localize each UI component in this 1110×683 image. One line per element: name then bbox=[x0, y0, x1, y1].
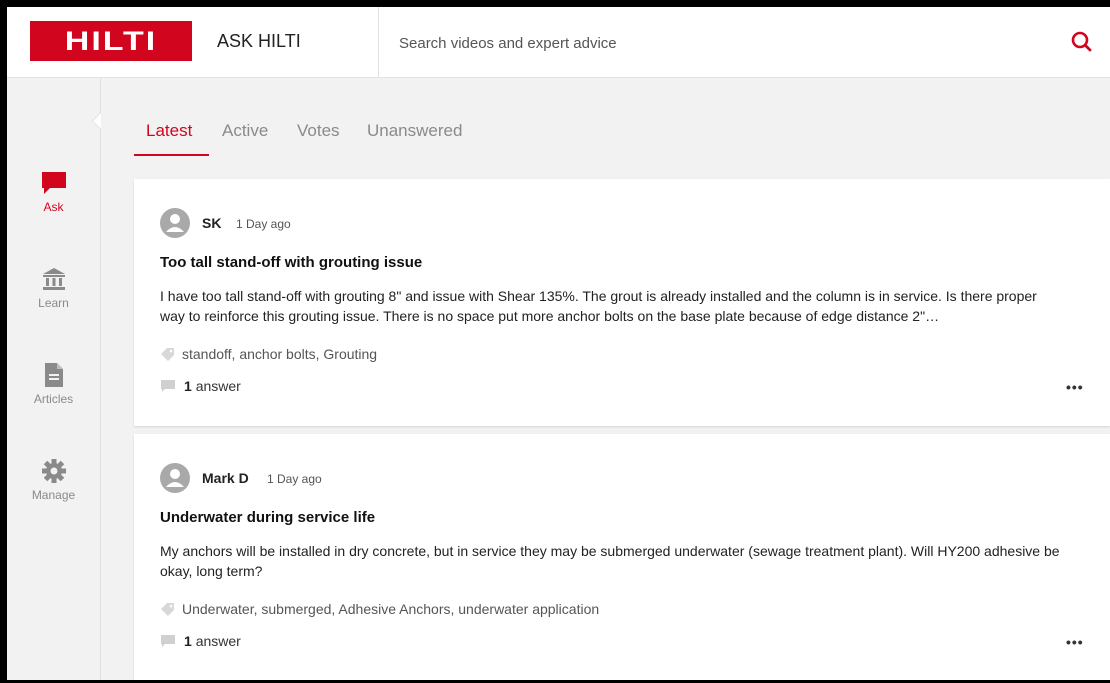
app-frame: HILTI ASK HILTI Ask bbox=[7, 7, 1110, 680]
question-excerpt: I have too tall stand-off with grouting … bbox=[160, 288, 1037, 324]
post-time: 1 Day ago bbox=[267, 472, 322, 486]
tag-icon bbox=[161, 348, 174, 361]
answer-number: 1 bbox=[184, 378, 192, 394]
chat-bubble-icon bbox=[41, 172, 66, 194]
question-tags[interactable]: standoff, anchor bolts, Grouting bbox=[182, 346, 377, 362]
app-title[interactable]: ASK HILTI bbox=[217, 31, 301, 52]
sidebar-item-learn[interactable]: Learn bbox=[7, 266, 100, 310]
question-title[interactable]: Underwater during service life bbox=[160, 509, 375, 526]
active-tab-indicator bbox=[134, 154, 209, 156]
avatar[interactable] bbox=[160, 208, 190, 238]
tab-active[interactable]: Active bbox=[222, 121, 268, 141]
question-title[interactable]: Too tall stand-off with grouting issue bbox=[160, 254, 422, 271]
comment-icon bbox=[161, 635, 175, 647]
comment-icon bbox=[161, 380, 175, 392]
question-tags[interactable]: Underwater, submerged, Adhesive Anchors,… bbox=[182, 601, 599, 617]
post-time: 1 Day ago bbox=[236, 217, 291, 231]
sidebar-active-pointer-fill bbox=[93, 113, 101, 129]
search-input[interactable] bbox=[397, 29, 1041, 57]
avatar[interactable] bbox=[160, 463, 190, 493]
sidebar-label-manage: Manage bbox=[31, 488, 76, 502]
tag-icon bbox=[161, 603, 174, 616]
question-card: SK 1 Day ago Too tall stand-off with gro… bbox=[134, 179, 1110, 426]
user-icon bbox=[166, 469, 184, 487]
author-name[interactable]: Mark D bbox=[202, 470, 249, 486]
more-options-button[interactable]: ••• bbox=[1066, 379, 1084, 395]
answer-number: 1 bbox=[184, 633, 192, 649]
tab-latest[interactable]: Latest bbox=[146, 121, 192, 141]
top-header: HILTI ASK HILTI bbox=[7, 7, 1110, 78]
sidebar-label-articles: Articles bbox=[33, 392, 74, 406]
header-divider bbox=[378, 7, 379, 77]
more-options-button[interactable]: ••• bbox=[1066, 634, 1084, 650]
document-icon bbox=[44, 363, 63, 387]
logo-text: HILTI bbox=[64, 25, 158, 57]
user-icon bbox=[166, 214, 184, 232]
question-excerpt: My anchors will be installed in dry conc… bbox=[160, 543, 1060, 579]
sidebar-item-articles[interactable]: Articles bbox=[7, 362, 100, 406]
answer-label: answer bbox=[195, 633, 241, 649]
sidebar-item-ask[interactable]: Ask bbox=[7, 170, 100, 214]
answer-count[interactable]: 1 answer bbox=[184, 633, 241, 649]
sidebar-label-learn: Learn bbox=[38, 296, 69, 310]
answer-label: answer bbox=[195, 378, 241, 394]
search-icon bbox=[1071, 31, 1092, 52]
question-card: Mark D 1 Day ago Underwater during servi… bbox=[134, 434, 1110, 680]
tab-unanswered[interactable]: Unanswered bbox=[367, 121, 462, 141]
sidebar: Ask Learn Articles Manage bbox=[7, 78, 101, 680]
author-name[interactable]: SK bbox=[202, 215, 221, 231]
tab-votes[interactable]: Votes bbox=[297, 121, 340, 141]
sidebar-label-ask: Ask bbox=[43, 200, 64, 214]
search-button[interactable] bbox=[1067, 27, 1097, 57]
institution-icon bbox=[42, 268, 65, 290]
sidebar-item-manage[interactable]: Manage bbox=[7, 458, 100, 502]
hilti-logo[interactable]: HILTI bbox=[30, 21, 192, 61]
answer-count[interactable]: 1 answer bbox=[184, 378, 241, 394]
gear-icon bbox=[41, 459, 66, 483]
